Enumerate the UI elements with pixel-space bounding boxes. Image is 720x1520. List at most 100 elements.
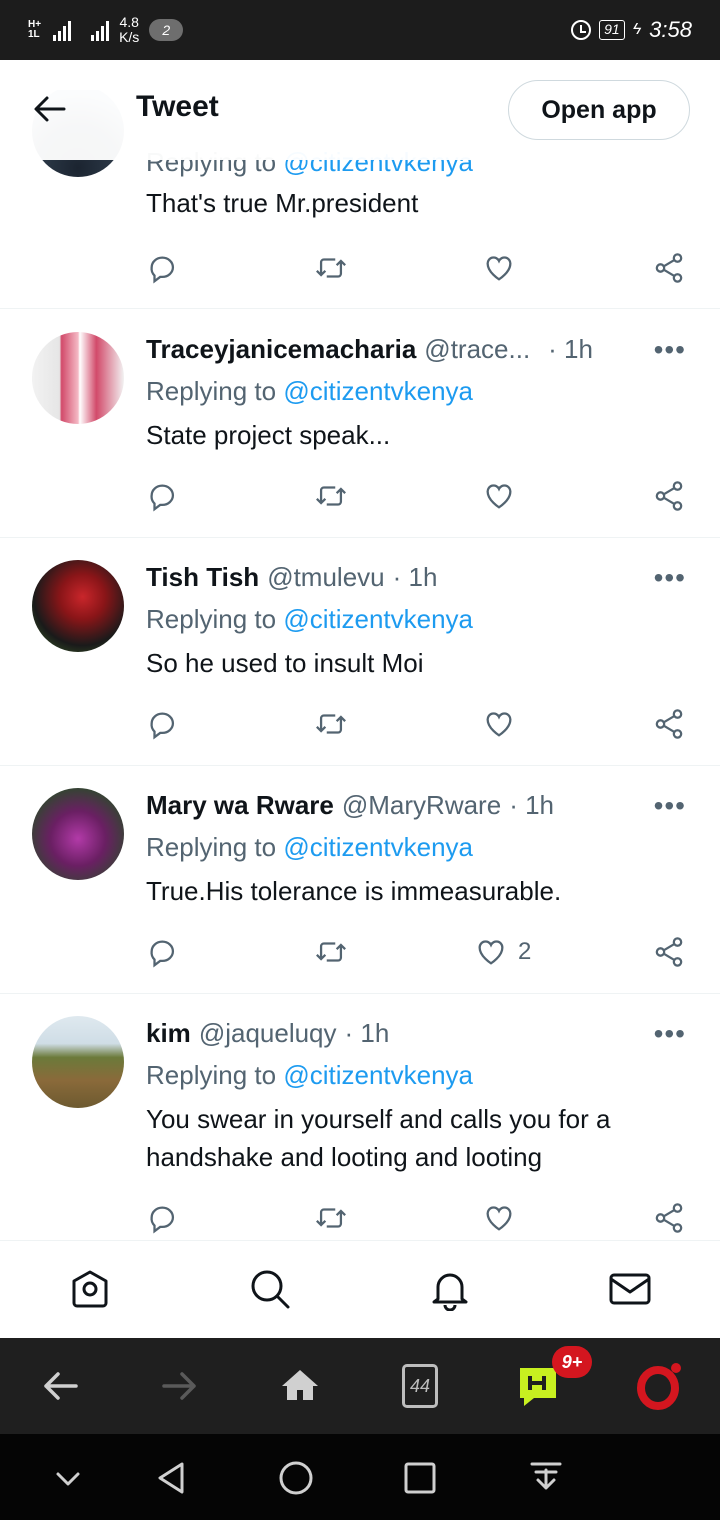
display-name[interactable]: Mary wa Rware bbox=[146, 790, 334, 821]
share-button[interactable] bbox=[652, 704, 686, 744]
mention-link[interactable]: @citizentvkenya bbox=[283, 604, 473, 634]
tweet-item[interactable]: kim @jaqueluqy · 1h ••• Replying to @cit… bbox=[0, 994, 720, 1240]
like-button[interactable]: 2 bbox=[474, 932, 531, 972]
share-icon bbox=[655, 481, 683, 511]
user-handle[interactable]: @jaqueluqy bbox=[199, 1018, 337, 1049]
page-title: Tweet bbox=[136, 90, 219, 123]
retweet-button[interactable] bbox=[314, 476, 348, 516]
share-icon bbox=[655, 253, 683, 283]
tweet-actions bbox=[146, 476, 686, 516]
browser-forward-icon[interactable] bbox=[156, 1362, 204, 1410]
like-button[interactable] bbox=[482, 704, 516, 744]
share-button[interactable] bbox=[652, 932, 686, 972]
display-name[interactable]: Traceyjanicemacharia bbox=[146, 334, 416, 365]
timestamp[interactable]: · 1h bbox=[509, 790, 554, 821]
mention-link[interactable]: @citizentvkenya bbox=[283, 376, 473, 406]
replying-label: Replying to bbox=[146, 376, 277, 406]
status-bar: H+ 1L 4.8 K/s 2 91 ϟ 3:58 bbox=[0, 0, 720, 60]
reply-button[interactable] bbox=[146, 1198, 180, 1238]
tweet-text: State project speak... bbox=[146, 420, 391, 450]
mention-link[interactable]: @citizentvkenya bbox=[283, 832, 473, 862]
nav-home-icon[interactable] bbox=[274, 1456, 318, 1500]
retweet-button[interactable] bbox=[314, 1198, 348, 1238]
top-header: Tweet Open app bbox=[0, 60, 720, 160]
retweet-button[interactable] bbox=[314, 248, 348, 288]
tweet-item[interactable]: Traceyjanicemacharia @trace... · 1h ••• … bbox=[0, 310, 720, 538]
like-button[interactable] bbox=[482, 476, 516, 516]
clock-time: 3:58 bbox=[649, 17, 692, 42]
display-name[interactable]: Tish Tish bbox=[146, 562, 259, 593]
like-button[interactable] bbox=[482, 1198, 516, 1238]
battery-level: 91 bbox=[599, 20, 625, 40]
tweet-feed[interactable]: Replying to @citizentvkenya That's true … bbox=[0, 90, 720, 1240]
avatar[interactable] bbox=[32, 788, 124, 880]
retweet-icon bbox=[316, 486, 346, 506]
tweet-text: You swear in yourself and calls you for … bbox=[146, 1104, 611, 1172]
timestamp[interactable]: · 1h bbox=[548, 334, 593, 365]
user-handle[interactable]: @trace... bbox=[424, 334, 530, 365]
more-options-button[interactable]: ••• bbox=[654, 334, 686, 366]
signal-icon bbox=[53, 19, 72, 41]
mention-link[interactable]: @citizentvkenya bbox=[283, 1060, 473, 1090]
browser-toolbar bbox=[0, 1338, 720, 1434]
retweet-icon bbox=[316, 1208, 346, 1228]
replying-to: Replying to @citizentvkenya bbox=[146, 832, 473, 863]
reply-icon bbox=[150, 484, 175, 512]
tweet-item[interactable]: Mary wa Rware @MaryRware · 1h ••• Replyi… bbox=[0, 766, 720, 994]
status-left: H+ 1L 4.8 K/s 2 bbox=[28, 15, 184, 45]
search-icon[interactable] bbox=[248, 1267, 292, 1311]
tweet-item[interactable]: Tish Tish @tmulevu · 1h ••• Replying to … bbox=[0, 538, 720, 766]
share-button[interactable] bbox=[652, 1198, 686, 1238]
home-icon[interactable] bbox=[68, 1267, 112, 1311]
retweet-button[interactable] bbox=[314, 704, 348, 744]
mail-icon[interactable] bbox=[608, 1267, 652, 1311]
reply-icon bbox=[150, 712, 175, 740]
like-button[interactable] bbox=[482, 248, 516, 288]
nav-back-icon[interactable] bbox=[150, 1456, 194, 1500]
reply-button[interactable] bbox=[146, 476, 180, 516]
bottom-tab-bar bbox=[0, 1240, 720, 1336]
share-icon bbox=[655, 709, 683, 739]
browser-back-icon[interactable] bbox=[36, 1362, 84, 1410]
display-name[interactable]: kim bbox=[146, 1018, 191, 1049]
share-button[interactable] bbox=[652, 476, 686, 516]
bell-icon[interactable] bbox=[428, 1267, 472, 1311]
tweet-header: Mary wa Rware @MaryRware · 1h bbox=[146, 790, 686, 821]
chevron-down-icon[interactable] bbox=[46, 1456, 90, 1500]
reply-icon bbox=[150, 940, 175, 968]
retweet-icon bbox=[316, 714, 346, 734]
user-handle[interactable]: @tmulevu bbox=[267, 562, 384, 593]
timestamp[interactable]: · 1h bbox=[393, 562, 438, 593]
alarm-icon bbox=[571, 20, 592, 40]
network-speed: 4.8 K/s bbox=[119, 15, 139, 45]
more-options-button[interactable]: ••• bbox=[654, 790, 686, 822]
more-options-button[interactable]: ••• bbox=[654, 562, 686, 594]
opera-menu-icon[interactable] bbox=[634, 1362, 682, 1410]
tweet-text: That's true Mr.president bbox=[146, 188, 419, 218]
tabs-count-button[interactable]: 44 bbox=[402, 1364, 438, 1408]
status-right: 91 ϟ 3:58 bbox=[571, 17, 692, 43]
nav-recents-icon[interactable] bbox=[398, 1456, 442, 1500]
retweet-icon bbox=[316, 258, 346, 278]
replying-to: Replying to @citizentvkenya bbox=[146, 1060, 473, 1091]
reply-button[interactable] bbox=[146, 932, 180, 972]
tweet-header: Traceyjanicemacharia @trace... · 1h bbox=[146, 334, 686, 365]
tweet-actions: 2 bbox=[146, 932, 686, 972]
signal-icon-2 bbox=[91, 19, 110, 41]
back-arrow-icon[interactable] bbox=[32, 94, 68, 124]
avatar[interactable] bbox=[32, 560, 124, 652]
avatar[interactable] bbox=[32, 332, 124, 424]
browser-home-icon[interactable] bbox=[276, 1362, 324, 1410]
reply-button[interactable] bbox=[146, 704, 180, 744]
timestamp[interactable]: · 1h bbox=[345, 1018, 390, 1049]
more-options-button[interactable]: ••• bbox=[654, 1018, 686, 1050]
download-icon[interactable] bbox=[524, 1456, 568, 1500]
retweet-button[interactable] bbox=[314, 932, 348, 972]
open-app-button[interactable]: Open app bbox=[508, 80, 690, 140]
tweet-actions bbox=[146, 248, 686, 288]
reply-button[interactable] bbox=[146, 248, 180, 288]
share-button[interactable] bbox=[652, 248, 686, 288]
avatar[interactable] bbox=[32, 1016, 124, 1108]
user-handle[interactable]: @MaryRware bbox=[342, 790, 501, 821]
system-navigation-bar bbox=[0, 1434, 720, 1520]
